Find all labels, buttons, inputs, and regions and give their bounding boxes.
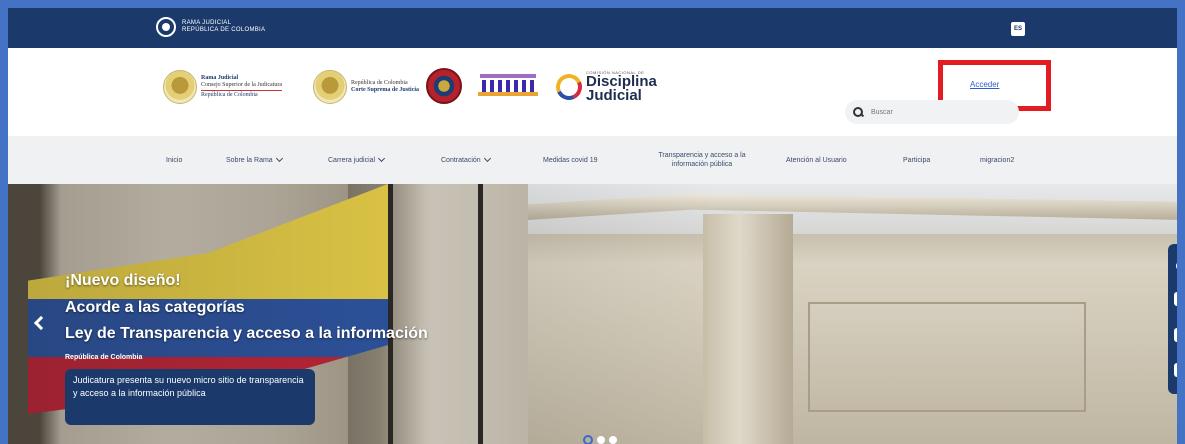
gov-seal-icon [156, 17, 176, 37]
gov-line-2: República de Colombia [182, 27, 266, 33]
chevron-down-icon [483, 154, 491, 163]
seal-icon [426, 68, 462, 104]
carousel-indicators [583, 435, 617, 444]
nav-participa[interactable]: Participa [903, 136, 930, 184]
accessibility-toolbar: A A ◐ [1168, 244, 1177, 394]
nav-migracion2[interactable]: migracion2 [980, 136, 1014, 184]
logo-consejo-superior[interactable]: Rama Judicial Consejo Superior de la Jud… [163, 70, 282, 104]
search-icon[interactable] [853, 107, 863, 117]
search-input[interactable] [871, 108, 991, 116]
browser-frame: Rama Judicial República de Colombia ES R… [0, 0, 1185, 444]
government-top-bar: Rama Judicial República de Colombia ES [8, 8, 1177, 48]
nav-contratacion[interactable]: Contratación [441, 136, 491, 184]
centro-relevo-icon[interactable]: ◐ [1173, 363, 1177, 378]
logo-comision-carrera[interactable] [474, 70, 542, 100]
disciplina-mark-icon [552, 69, 586, 104]
nav-inicio[interactable]: Inicio [166, 136, 182, 184]
search-box[interactable] [845, 100, 1019, 124]
logo-disciplina-judicial[interactable]: Comisión Nacional de Disciplina Judicial [552, 69, 657, 104]
hero-headline-3: Ley de Transparencia y acceso a la infor… [65, 325, 428, 342]
logo-corte-suprema[interactable]: República de Colombia Corte Suprema de J… [313, 70, 419, 104]
carousel-dot[interactable] [609, 436, 617, 444]
nav-carrera-judicial[interactable]: Carrera judicial [328, 136, 386, 184]
hero-headline-1: ¡Nuevo diseño! [65, 272, 181, 289]
nav-transparencia[interactable]: Transparencia y acceso a la información … [646, 136, 758, 184]
font-increase-button[interactable]: A [1173, 327, 1177, 342]
nav-sobre-la-rama[interactable]: Sobre la Rama [226, 136, 283, 184]
main-navigation: Inicio Sobre la Rama Carrera judicial Co… [8, 136, 1177, 184]
logo2-line2: Corte Suprema de Justicia [351, 87, 420, 93]
hero-subtitle: República de Colombia [65, 354, 143, 361]
nav-atencion-usuario[interactable]: Atención al Usuario [786, 136, 847, 184]
carousel-dot[interactable] [583, 435, 593, 444]
disciplina-line2: Judicial [586, 87, 642, 104]
hero-headline-2: Acorde a las categorías [65, 299, 245, 316]
logo1-line3: República de Colombia [201, 90, 282, 99]
nav-medidas-covid[interactable]: Medidas covid 19 [543, 136, 597, 184]
logo1-line1: Rama Judicial [201, 75, 239, 81]
font-decrease-button[interactable]: A [1173, 292, 1177, 307]
gov-co-logo[interactable]: Rama Judicial República de Colombia [156, 17, 265, 37]
logo-consejo-estado[interactable] [426, 68, 462, 104]
coat-of-arms-icon [313, 70, 347, 104]
chevron-down-icon [275, 154, 283, 163]
coat-of-arms-icon [163, 70, 197, 104]
logo2-line1: República de Colombia [351, 80, 408, 86]
chevron-down-icon [378, 154, 386, 163]
language-button[interactable]: ES [1011, 22, 1025, 36]
gov-line-1: Rama Judicial [182, 20, 232, 26]
logo1-line2: Consejo Superior de la Judicatura [201, 82, 282, 88]
carousel-prev-arrow-icon[interactable] [30, 314, 48, 332]
carousel-dot[interactable] [597, 436, 605, 444]
contrast-icon[interactable] [1175, 260, 1177, 271]
building-columns-icon [474, 70, 542, 100]
hero-info-card[interactable]: Judicatura presenta su nuevo micro sitio… [65, 369, 315, 425]
